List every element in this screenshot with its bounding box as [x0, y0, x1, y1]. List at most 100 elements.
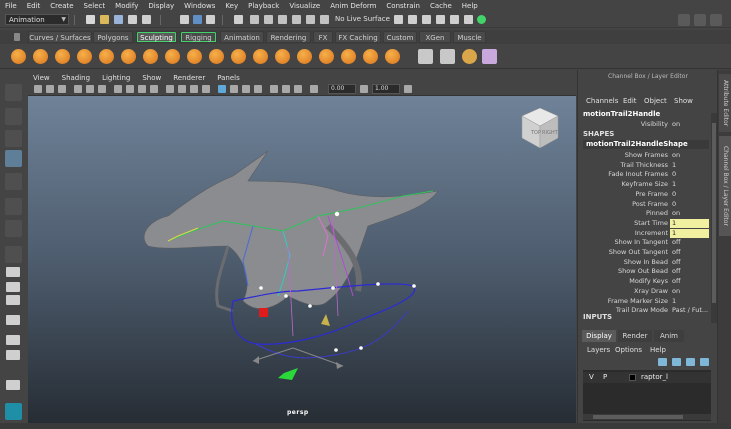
- select-component-icon[interactable]: [206, 15, 215, 24]
- tab-curves-surfaces[interactable]: Curves / Surfaces: [28, 31, 92, 43]
- channel-box-toggle-icon[interactable]: [710, 14, 722, 26]
- menu-key[interactable]: Key: [225, 2, 238, 10]
- attribute-value[interactable]: on: [670, 151, 709, 160]
- help-menu[interactable]: Help: [650, 346, 666, 354]
- repeat-brush-icon[interactable]: [187, 49, 202, 64]
- edit-menu[interactable]: Edit: [623, 97, 637, 105]
- gate-mask-icon[interactable]: [114, 85, 122, 93]
- save-scene-icon[interactable]: [114, 15, 123, 24]
- layout-menu-icon[interactable]: [6, 380, 20, 390]
- flatten-brush-icon[interactable]: [121, 49, 136, 64]
- imprint-brush-icon[interactable]: [209, 49, 224, 64]
- menu-anim-deform[interactable]: Anim Deform: [330, 2, 376, 10]
- viewcube[interactable]: TOP RIGHT: [521, 107, 559, 149]
- menu-visualize[interactable]: Visualize: [289, 2, 320, 10]
- show-menu[interactable]: Show: [674, 97, 693, 105]
- scrollbar-thumb[interactable]: [712, 123, 716, 303]
- snap-grid-icon[interactable]: [250, 15, 259, 24]
- manipulator-y-handle[interactable]: [321, 314, 330, 326]
- move-layer-down-icon[interactable]: [672, 358, 681, 366]
- safe-action-icon[interactable]: [138, 85, 146, 93]
- smear-brush-icon[interactable]: [319, 49, 334, 64]
- hypershade-layout-icon[interactable]: [6, 350, 20, 360]
- tab-fx-caching[interactable]: FX Caching: [335, 31, 381, 43]
- anti-aliasing-icon[interactable]: [294, 85, 302, 93]
- new-layer-from-selection-icon[interactable]: [700, 358, 709, 366]
- viewport-menu-show[interactable]: Show: [142, 74, 161, 82]
- menu-edit[interactable]: Edit: [27, 2, 41, 10]
- menu-constrain[interactable]: Constrain: [386, 2, 420, 10]
- attribute-value[interactable]: off: [670, 277, 709, 286]
- trail-keyframe[interactable]: [334, 348, 338, 352]
- viewport-menu-view[interactable]: View: [33, 74, 50, 82]
- smooth-shade-icon[interactable]: [178, 85, 186, 93]
- viewport-menu-panels[interactable]: Panels: [217, 74, 240, 82]
- shape-node-name[interactable]: motionTrail2HandleShape: [583, 140, 709, 149]
- menu-select[interactable]: Select: [84, 2, 106, 10]
- wax-brush-icon[interactable]: [231, 49, 246, 64]
- layer-hscrollbar[interactable]: [583, 414, 711, 420]
- grab-brush-icon[interactable]: [77, 49, 92, 64]
- layer-color-swatch[interactable]: [629, 374, 636, 381]
- fill-brush-icon[interactable]: [275, 49, 290, 64]
- make-live-icon[interactable]: [320, 15, 329, 24]
- select-hierarchy-icon[interactable]: [180, 15, 189, 24]
- sculpt-brush-icon[interactable]: [11, 49, 26, 64]
- attribute-value[interactable]: 1: [670, 218, 709, 228]
- tab-render[interactable]: Render: [618, 330, 652, 342]
- render-settings-icon[interactable]: [422, 15, 431, 24]
- attribute-value[interactable]: off: [670, 238, 709, 247]
- layer-playback-toggle[interactable]: P: [603, 373, 607, 381]
- tab-display[interactable]: Display: [582, 330, 616, 342]
- menu-set-dropdown[interactable]: Animation ▼: [5, 14, 69, 25]
- trail-keyframe[interactable]: [412, 284, 416, 288]
- new-scene-icon[interactable]: [86, 15, 95, 24]
- trail-keyframe[interactable]: [359, 346, 363, 350]
- snap-plane-icon[interactable]: [292, 15, 301, 24]
- trail-keyframe[interactable]: [331, 286, 335, 290]
- mesh-display-icon[interactable]: [418, 49, 433, 64]
- layer-name[interactable]: raptor_l: [641, 373, 668, 381]
- attribute-value[interactable]: on: [670, 120, 709, 129]
- attribute-row-show-frames[interactable]: Show Frames on: [578, 151, 711, 161]
- attribute-row-post-frame[interactable]: Post Frame 0: [578, 200, 711, 210]
- node-name[interactable]: motionTrail2Handle: [583, 110, 660, 118]
- attribute-row-xray-draw[interactable]: Xray Draw on: [578, 287, 711, 297]
- attribute-value[interactable]: on: [670, 209, 709, 218]
- raptor-mesh[interactable]: [143, 150, 439, 313]
- attribute-value[interactable]: on: [670, 287, 709, 296]
- safe-title-icon[interactable]: [150, 85, 158, 93]
- tab-fx[interactable]: FX: [313, 31, 333, 43]
- four-pane-layout-icon[interactable]: [6, 267, 20, 277]
- attribute-row-keyframe-size[interactable]: Keyframe Size 1: [578, 180, 711, 190]
- attribute-row-show-in-tangent[interactable]: Show In Tangent off: [578, 238, 711, 248]
- shadows-icon[interactable]: [254, 85, 262, 93]
- isolate-select-icon[interactable]: [218, 85, 226, 93]
- exposure-field[interactable]: 0.00: [328, 84, 356, 94]
- menu-playback[interactable]: Playback: [248, 2, 279, 10]
- tab-muscle[interactable]: Muscle: [453, 31, 486, 43]
- viewport-menu-renderer[interactable]: Renderer: [173, 74, 205, 82]
- smooth-brush-icon[interactable]: [33, 49, 48, 64]
- attribute-row-frame-marker-size[interactable]: Frame Marker Size 1: [578, 297, 711, 307]
- attribute-row-modify-keys[interactable]: Modify Keys off: [578, 277, 711, 287]
- gamma-field[interactable]: 1.00: [372, 84, 400, 94]
- selection-mask-icon[interactable]: [234, 15, 243, 24]
- single-pane-layout-icon[interactable]: [5, 246, 22, 263]
- layers-menu[interactable]: Layers: [587, 346, 610, 354]
- camera-attributes-icon[interactable]: [34, 85, 42, 93]
- menu-create[interactable]: Create: [50, 2, 73, 10]
- open-scene-icon[interactable]: [100, 15, 109, 24]
- freeze-brush-icon[interactable]: [385, 49, 400, 64]
- attribute-value[interactable]: 1: [670, 180, 709, 189]
- perspective-viewport[interactable]: TOP RIGHT persp: [28, 96, 576, 429]
- grid-icon[interactable]: [74, 85, 82, 93]
- attribute-row-show-in-bead[interactable]: Show In Bead off: [578, 258, 711, 268]
- snap-point-icon[interactable]: [278, 15, 287, 24]
- tab-xgen[interactable]: XGen: [419, 31, 451, 43]
- gamma-icon[interactable]: [360, 85, 368, 93]
- time-slider[interactable]: [0, 423, 731, 429]
- render-view-icon[interactable]: [450, 15, 459, 24]
- trail-keyframe[interactable]: [376, 282, 380, 286]
- attribute-editor-toggle-icon[interactable]: [678, 14, 690, 26]
